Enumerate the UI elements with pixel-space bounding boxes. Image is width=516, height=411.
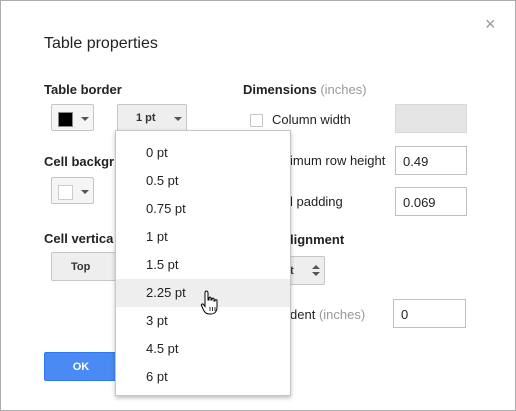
menu-item-0-5pt[interactable]: 0.5 pt bbox=[116, 167, 290, 195]
close-icon[interactable]: × bbox=[485, 15, 496, 33]
dialog-title: Table properties bbox=[44, 35, 158, 52]
dimensions-title: Dimensions bbox=[243, 82, 317, 97]
chevron-down-icon bbox=[174, 117, 182, 121]
table-border-label: Table border bbox=[44, 82, 122, 97]
border-color-button[interactable] bbox=[51, 104, 94, 131]
min-row-height-input[interactable]: 0.49 bbox=[395, 146, 467, 175]
menu-item-1-5pt[interactable]: 1.5 pt bbox=[116, 251, 290, 279]
chevron-up-icon bbox=[312, 265, 320, 269]
indent-units: (inches) bbox=[318, 307, 366, 322]
border-width-value: 1 pt bbox=[136, 112, 156, 124]
cell-padding-label: l padding bbox=[290, 194, 343, 209]
cell-background-label: Cell backgr bbox=[44, 154, 115, 169]
alignment-label: lignment bbox=[290, 232, 345, 247]
cell-background-swatch bbox=[58, 185, 73, 200]
indent-title: dent bbox=[290, 307, 316, 322]
ok-button[interactable]: OK bbox=[44, 352, 118, 381]
hand-cursor-icon bbox=[200, 290, 218, 315]
chevron-down-icon bbox=[81, 117, 89, 121]
dimensions-label: Dimensions (inches) bbox=[243, 82, 367, 97]
cell-background-button[interactable] bbox=[51, 177, 94, 204]
column-width-input[interactable] bbox=[395, 104, 467, 133]
menu-item-4-5pt[interactable]: 4.5 pt bbox=[116, 335, 290, 363]
menu-item-0pt[interactable]: 0 pt bbox=[116, 139, 290, 167]
dimensions-units: (inches) bbox=[320, 82, 367, 97]
chevron-down-icon bbox=[81, 190, 89, 194]
border-color-swatch bbox=[58, 112, 73, 127]
column-width-label: Column width bbox=[272, 112, 351, 127]
menu-item-6pt[interactable]: 6 pt bbox=[116, 363, 290, 391]
menu-item-1pt[interactable]: 1 pt bbox=[116, 223, 290, 251]
cell-vertical-select[interactable]: Top bbox=[51, 252, 117, 281]
cell-vertical-value: Top bbox=[71, 261, 91, 273]
chevron-down-icon bbox=[312, 272, 320, 276]
menu-item-0-75pt[interactable]: 0.75 pt bbox=[116, 195, 290, 223]
indent-label: dent (inches) bbox=[290, 307, 365, 322]
border-width-button[interactable]: 1 pt bbox=[117, 104, 187, 131]
cell-padding-input[interactable]: 0.069 bbox=[395, 187, 467, 216]
cell-vertical-label: Cell vertica bbox=[44, 231, 114, 246]
column-width-checkbox[interactable] bbox=[250, 114, 263, 127]
min-row-height-label: imum row height bbox=[290, 153, 386, 168]
indent-input[interactable]: 0 bbox=[393, 299, 466, 328]
border-width-menu: 0 pt 0.5 pt 0.75 pt 1 pt 1.5 pt 2.25 pt … bbox=[115, 130, 291, 396]
